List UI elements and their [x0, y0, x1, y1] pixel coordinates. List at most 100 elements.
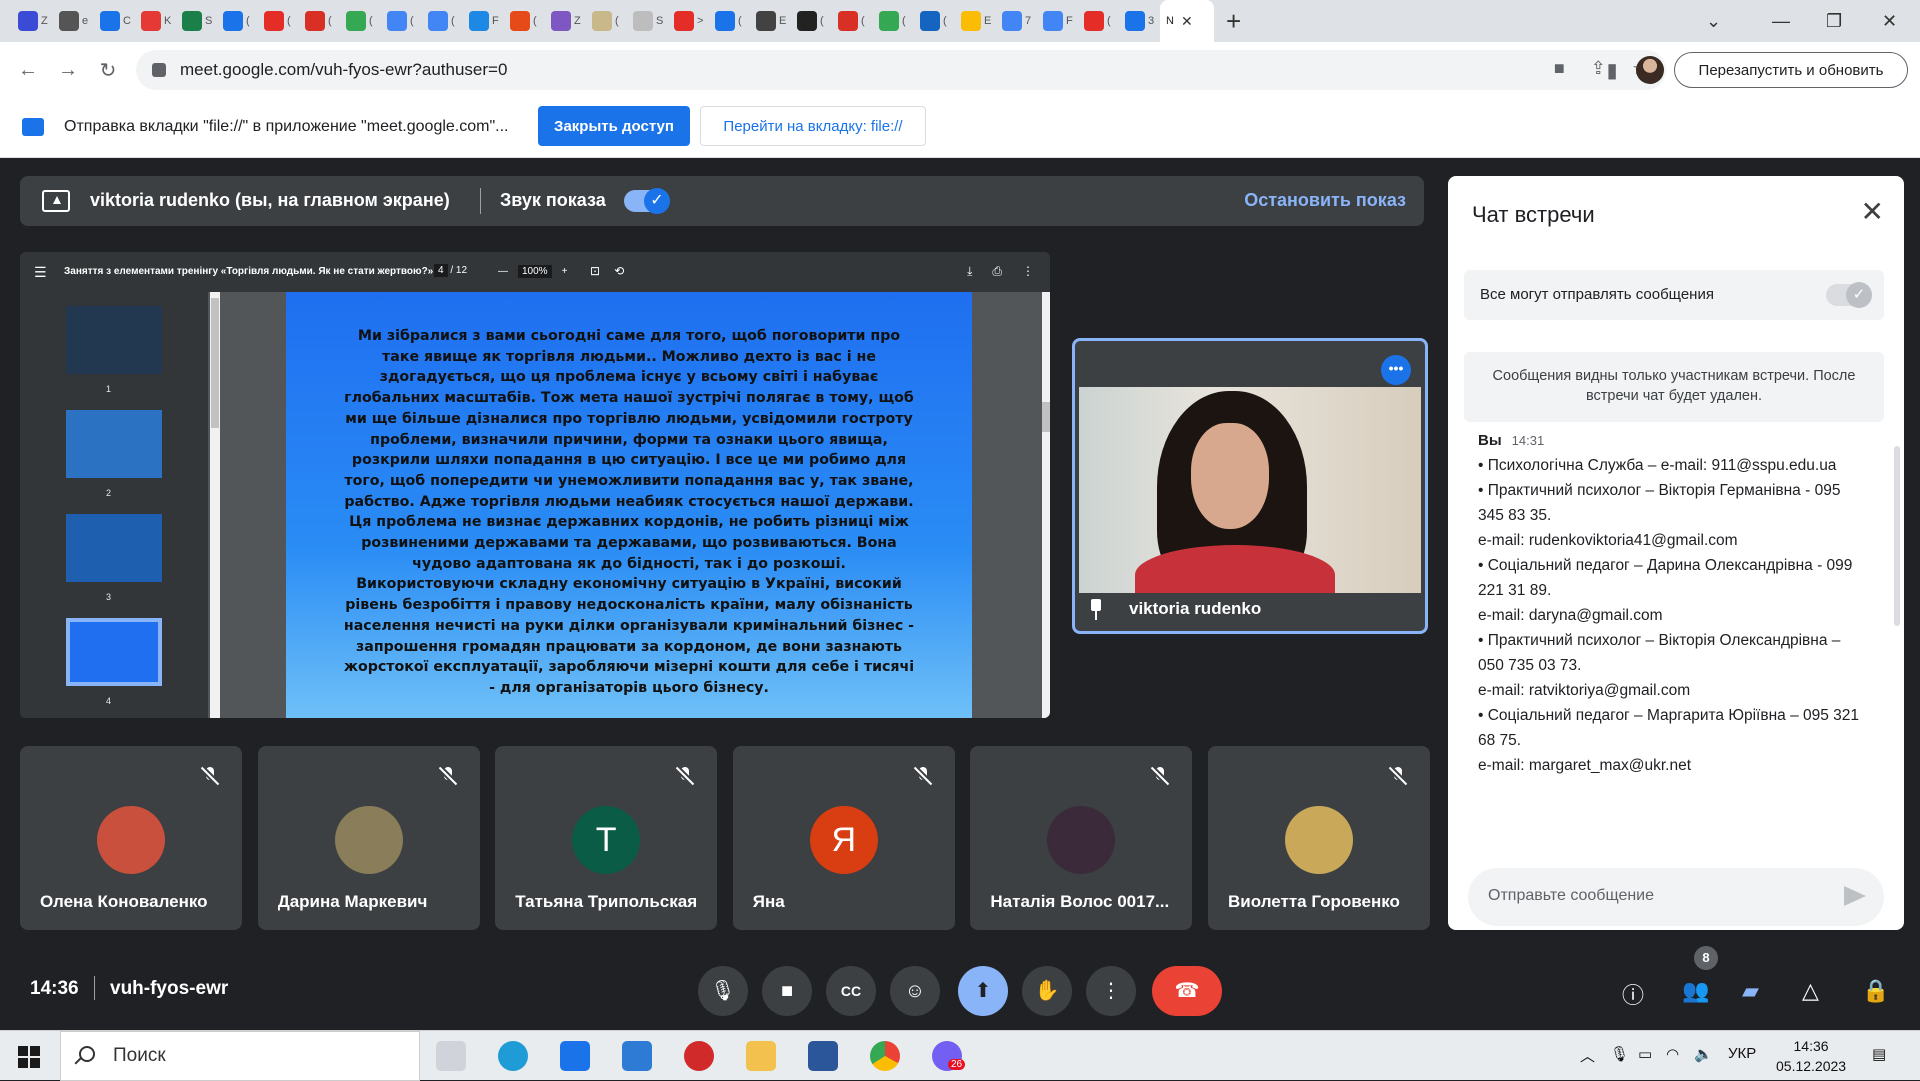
close-window-icon[interactable]: ✕: [1882, 0, 1897, 42]
browser-tab[interactable]: (: [873, 0, 914, 42]
browser-tab[interactable]: (: [1078, 0, 1119, 42]
page-current[interactable]: 4: [434, 264, 448, 277]
thumbnail-page-selected[interactable]: [66, 618, 162, 686]
browser-tab[interactable]: S: [627, 0, 668, 42]
browser-tab[interactable]: Z: [12, 0, 53, 42]
close-icon[interactable]: ✕: [1861, 198, 1884, 226]
browser-tab[interactable]: (: [258, 0, 299, 42]
browser-tab[interactable]: 7: [996, 0, 1037, 42]
browser-tab[interactable]: C: [94, 0, 135, 42]
browser-tab[interactable]: (: [299, 0, 340, 42]
zoom-in-icon[interactable]: +: [562, 266, 568, 277]
participant-tile[interactable]: T Татьяна Трипольская: [495, 746, 718, 930]
browser-tab[interactable]: (: [791, 0, 832, 42]
tray-chevron-icon[interactable]: ︿: [1580, 1045, 1595, 1066]
self-video-tile[interactable]: ••• viktoria rudenko: [1072, 338, 1428, 634]
host-controls-icon[interactable]: 🔒: [1862, 978, 1889, 1004]
relaunch-button[interactable]: Перезапустить и обновить: [1674, 52, 1908, 88]
participant-tile[interactable]: Наталія Волос 0017...: [970, 746, 1193, 930]
tray-clock[interactable]: 14:36 05.12.2023: [1776, 1036, 1846, 1076]
leave-call-button[interactable]: ☎: [1152, 966, 1222, 1016]
browser-tab[interactable]: (: [381, 0, 422, 42]
fit-page-icon[interactable]: ⊡: [590, 264, 600, 278]
more-options-button[interactable]: •••: [1381, 355, 1411, 385]
browser-tab[interactable]: (: [914, 0, 955, 42]
stop-access-button[interactable]: Закрыть доступ: [538, 106, 690, 146]
mic-button[interactable]: 🎙: [698, 966, 748, 1016]
task-view-icon[interactable]: [436, 1041, 466, 1071]
url-field[interactable]: meet.google.com/vuh-fyos-ewr?authuser=0 …: [136, 50, 1666, 90]
tab-active-meet[interactable]: N ✕: [1160, 0, 1214, 42]
side-panel-icon[interactable]: ▮: [1592, 58, 1632, 83]
participant-tile[interactable]: Я Яна: [732, 746, 955, 930]
browser-tab[interactable]: E: [750, 0, 791, 42]
thumbnail-scrollbar[interactable]: [210, 292, 220, 718]
store-icon[interactable]: [560, 1041, 590, 1071]
download-icon[interactable]: ⤓: [967, 264, 972, 279]
menu-icon[interactable]: ☰: [34, 264, 47, 281]
edge-icon[interactable]: [498, 1041, 528, 1071]
browser-tab[interactable]: F: [463, 0, 504, 42]
pin-icon[interactable]: [1089, 599, 1103, 621]
reload-icon[interactable]: ↻: [88, 58, 128, 83]
rotate-icon[interactable]: ⟲: [614, 264, 624, 278]
thumbnail-page[interactable]: [66, 306, 162, 374]
browser-tab[interactable]: >: [668, 0, 709, 42]
browser-tab[interactable]: (: [832, 0, 873, 42]
taskbar-search[interactable]: Поиск: [60, 1031, 420, 1081]
lock-icon[interactable]: [152, 63, 166, 77]
browser-tab[interactable]: (: [422, 0, 463, 42]
stop-presenting-button[interactable]: Остановить показ: [1244, 190, 1406, 211]
more-vert-icon[interactable]: ⋮: [1022, 264, 1034, 279]
browser-tab[interactable]: (: [586, 0, 627, 42]
captions-button[interactable]: CC: [826, 966, 876, 1016]
chrome-icon[interactable]: [870, 1041, 900, 1071]
new-tab-icon[interactable]: +: [1226, 8, 1241, 34]
chat-icon[interactable]: ▰: [1742, 978, 1759, 1004]
raise-hand-button[interactable]: ✋: [1022, 966, 1072, 1016]
wifi-icon[interactable]: ◠: [1666, 1045, 1679, 1063]
reactions-button[interactable]: ☺: [890, 966, 940, 1016]
share-audio-toggle[interactable]: ✓: [624, 188, 670, 214]
volume-icon[interactable]: 🔈: [1694, 1045, 1713, 1063]
scroll-thumb[interactable]: [1042, 402, 1050, 432]
browser-tab[interactable]: S: [176, 0, 217, 42]
send-icon[interactable]: [1844, 886, 1866, 906]
input-language[interactable]: УКР: [1728, 1045, 1756, 1062]
scroll-thumb[interactable]: [211, 298, 219, 428]
mail-icon[interactable]: [622, 1041, 652, 1071]
browser-tab[interactable]: 3: [1119, 0, 1160, 42]
info-icon[interactable]: ⓘ: [1622, 978, 1644, 1010]
camera-button[interactable]: ■: [762, 966, 812, 1016]
chat-scrollbar[interactable]: [1894, 446, 1900, 626]
notifications-icon[interactable]: ▤: [1872, 1045, 1886, 1063]
explorer-icon[interactable]: [746, 1041, 776, 1071]
battery-icon[interactable]: ▭: [1638, 1045, 1652, 1063]
participant-tile[interactable]: Олена Коноваленко: [20, 746, 242, 930]
browser-tab[interactable]: e: [53, 0, 94, 42]
windows-start-icon[interactable]: [18, 1046, 40, 1068]
activities-icon[interactable]: △: [1802, 978, 1819, 1004]
thumbnail-page[interactable]: [66, 514, 162, 582]
browser-tab[interactable]: E: [955, 0, 996, 42]
browser-tab[interactable]: (: [217, 0, 258, 42]
participant-tile[interactable]: Дарина Маркевич: [257, 746, 480, 930]
back-icon[interactable]: ←: [8, 59, 48, 82]
go-to-tab-button[interactable]: Перейти на вкладку: file://: [700, 106, 926, 146]
browser-tab[interactable]: F: [1037, 0, 1078, 42]
forward-icon[interactable]: →: [48, 59, 88, 82]
word-icon[interactable]: [808, 1041, 838, 1071]
browser-tab[interactable]: (: [504, 0, 545, 42]
participant-tile[interactable]: Виолетта Горовенко: [1208, 746, 1430, 930]
chat-input[interactable]: Отправьте сообщение: [1468, 868, 1884, 926]
thumbnail-page[interactable]: [66, 410, 162, 478]
zoom-value[interactable]: 100%: [518, 265, 552, 278]
people-icon[interactable]: 👥: [1682, 978, 1709, 1004]
zoom-out-icon[interactable]: —: [498, 266, 508, 277]
permission-toggle[interactable]: ✓: [1826, 282, 1872, 308]
mic-tray-icon[interactable]: 🎙: [1610, 1045, 1629, 1063]
print-icon[interactable]: ⎙: [992, 264, 1002, 279]
maximize-icon[interactable]: ❐: [1826, 0, 1842, 42]
close-tab-icon[interactable]: ✕: [1181, 13, 1193, 30]
opera-icon[interactable]: [684, 1041, 714, 1071]
